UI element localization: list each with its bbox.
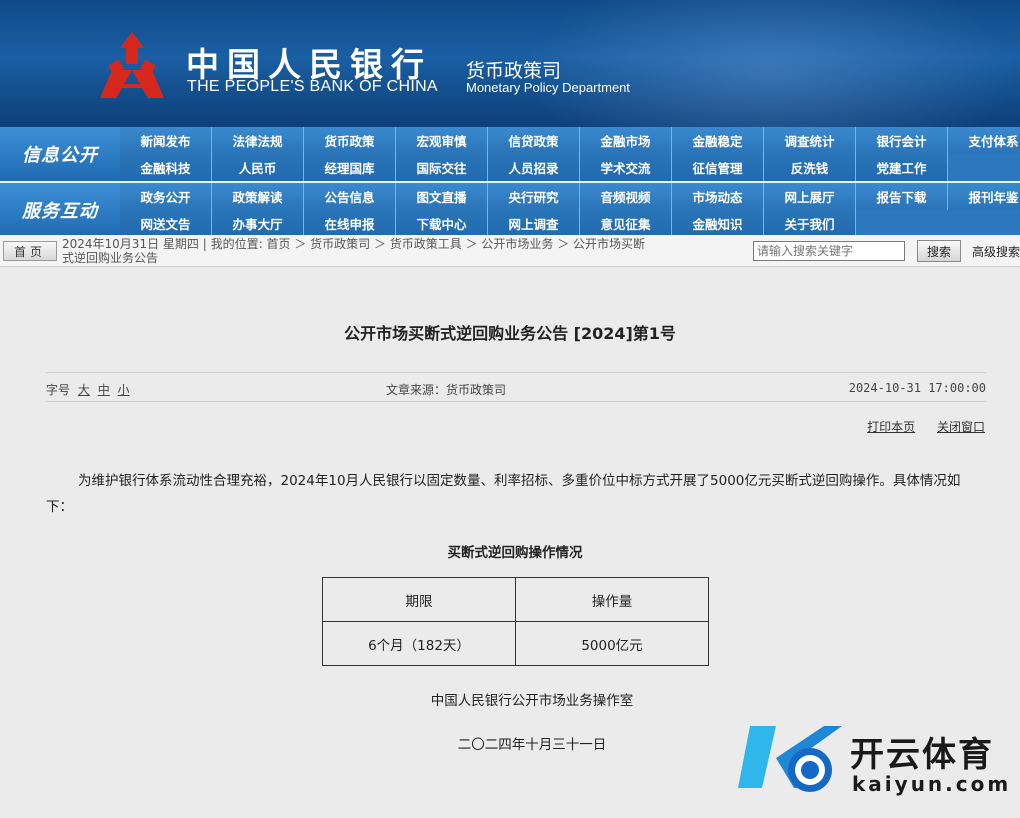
nav-item[interactable]: 支付体系	[948, 127, 1020, 154]
breadcrumb-path[interactable]: 首页 ＞ 货币政策司 ＞ 货币政策工具 ＞ 公开市场业务 ＞ 公开市场买断	[267, 237, 646, 251]
nav-item[interactable]: 报刊年鉴	[948, 183, 1020, 210]
nav-item[interactable]: 公告信息	[304, 183, 396, 210]
nav-item[interactable]: 银行会计	[856, 127, 948, 154]
nav-item[interactable]: 金融市场	[580, 127, 672, 154]
close-window-link[interactable]: 关闭窗口	[937, 420, 985, 434]
nav-item[interactable]: 意见征集	[580, 210, 672, 237]
nav-item[interactable]: 金融稳定	[672, 127, 764, 154]
font-size-controls: 字号 大 中 小	[46, 381, 130, 398]
article-tools: 打印本页 关闭窗口	[849, 418, 985, 435]
print-link[interactable]: 打印本页	[867, 420, 915, 434]
table-row: 6个月（182天） 5000亿元	[322, 621, 709, 666]
nav-item[interactable]: 网上展厅	[764, 183, 856, 210]
nav-item[interactable]: 在线申报	[304, 210, 396, 237]
nav-item[interactable]: 人员招录	[488, 154, 580, 181]
nav-item[interactable]: 音频视频	[580, 183, 672, 210]
breadcrumb-bar: 首页 2024年10月31日 星期四 | 我的位置: 首页 ＞ 货币政策司 ＞ …	[0, 235, 1020, 267]
nav-item[interactable]: 反洗钱	[764, 154, 856, 181]
separator: |	[202, 237, 211, 251]
nav-item[interactable]: 调查统计	[764, 127, 856, 154]
watermark-text-cn: 开云体育	[850, 735, 994, 775]
article-body: 为维护银行体系流动性合理充裕，2024年10月人民银行以固定数量、利率招标、多重…	[46, 473, 961, 515]
signoff: 中国人民银行公开市场业务操作室	[430, 693, 634, 709]
nav-item[interactable]: 央行研究	[488, 183, 580, 210]
nav-item[interactable]: 办事大厅	[212, 210, 304, 237]
nav-item[interactable]: 人民币	[212, 154, 304, 181]
nav-section-label: 服务互动	[0, 183, 120, 237]
location-label: 我的位置:	[210, 237, 263, 251]
table-header-cell: 期限	[322, 577, 516, 622]
table-header-cell: 操作量	[515, 577, 709, 622]
nav-item[interactable]: 金融知识	[672, 210, 764, 237]
font-size-large[interactable]: 大	[78, 383, 90, 397]
article-source: 文章来源：货币政策司	[386, 383, 507, 397]
nav-item[interactable]: 宏观审慎	[396, 127, 488, 154]
current-date: 2024年10月31日	[62, 237, 160, 251]
nav-section-info: 信息公开 新闻发布 法律法规 货币政策 宏观审慎 信贷政策 金融市场 金融稳定 调查统计 银行会…	[0, 127, 1020, 181]
watermark-text-en: kaiyun.com	[852, 772, 1012, 796]
table-header-row: 期限 操作量	[322, 577, 709, 622]
nav-item[interactable]: 网上调查	[488, 210, 580, 237]
nav-item[interactable]: 法律法规	[212, 127, 304, 154]
article-title: 公开市场买断式逆回购业务公告 [2024]第1号	[344, 324, 676, 343]
nav-item[interactable]: 网送文告	[120, 210, 212, 237]
nav-item[interactable]: 国际交往	[396, 154, 488, 181]
search-input[interactable]	[753, 241, 905, 261]
breadcrumb-path-cont[interactable]: 式逆回购业务公告	[62, 251, 158, 265]
table-title: 买断式逆回购操作情况	[447, 545, 583, 561]
home-button[interactable]: 首页	[3, 241, 57, 261]
site-header: 中国人民银行 THE PEOPLE'S BANK OF CHINA 货币政策司 …	[0, 0, 1020, 127]
nav-item[interactable]: 金融科技	[120, 154, 212, 181]
nav-item[interactable]: 报告下载	[856, 183, 948, 210]
font-size-label: 字号	[46, 383, 71, 397]
nav-item[interactable]: 下载中心	[396, 210, 488, 237]
nav-item[interactable]: 关于我们	[764, 210, 856, 237]
nav-item[interactable]: 政务公开	[120, 183, 212, 210]
nav-item[interactable]: 图文直播	[396, 183, 488, 210]
search-button[interactable]: 搜索	[917, 240, 961, 262]
nav-section-service: 服务互动 政务公开 政策解读 公告信息 图文直播 央行研究 音频视频 市场动态 网上展厅 报告下…	[0, 181, 1020, 237]
font-size-medium[interactable]: 中	[98, 383, 110, 397]
table-cell-amount: 5000亿元	[515, 621, 709, 666]
article-datetime: 2024-10-31 17:00:00	[848, 381, 986, 395]
current-weekday: 星期四	[162, 237, 199, 251]
header-glow	[520, 0, 1020, 127]
operations-table: 期限 操作量 6个月（182天） 5000亿元	[322, 577, 709, 666]
department-name-en: Monetary Policy Department	[466, 80, 631, 95]
main-nav: 信息公开 新闻发布 法律法规 货币政策 宏观审慎 信贷政策 金融市场 金融稳定 调查统计 银行会…	[0, 127, 1020, 237]
article-meta: 字号 大 中 小 文章来源：货币政策司 2024-10-31 17:00:00	[46, 372, 986, 402]
pboc-logo-icon[interactable]	[92, 30, 172, 102]
breadcrumb: 2024年10月31日 星期四 | 我的位置: 首页 ＞ 货币政策司 ＞ 货币政…	[62, 237, 752, 265]
nav-item[interactable]: 新闻发布	[120, 127, 212, 154]
department-name-cn: 货币政策司	[466, 60, 562, 82]
nav-grid: 新闻发布 法律法规 货币政策 宏观审慎 信贷政策 金融市场 金融稳定 调查统计 银行会计 支付体系…	[120, 127, 1020, 181]
nav-section-label: 信息公开	[0, 127, 120, 181]
nav-item[interactable]: 经理国库	[304, 154, 396, 181]
nav-item[interactable]: 货币政策	[304, 127, 396, 154]
nav-item[interactable]: 市场动态	[672, 183, 764, 210]
nav-grid: 政务公开 政策解读 公告信息 图文直播 央行研究 音频视频 市场动态 网上展厅 报告下载 报刊年鉴…	[120, 183, 1020, 237]
nav-item[interactable]: 信贷政策	[488, 127, 580, 154]
nav-item[interactable]: 党建工作	[856, 154, 948, 181]
nav-item[interactable]: 征信管理	[672, 154, 764, 181]
table-cell-term: 6个月（182天）	[322, 621, 516, 666]
advanced-search-link[interactable]: 高级搜索	[972, 243, 1020, 260]
nav-item[interactable]: 政策解读	[212, 183, 304, 210]
nav-item[interactable]: 学术交流	[580, 154, 672, 181]
font-size-small[interactable]: 小	[118, 383, 130, 397]
bank-name-en: THE PEOPLE'S BANK OF CHINA	[187, 78, 438, 95]
